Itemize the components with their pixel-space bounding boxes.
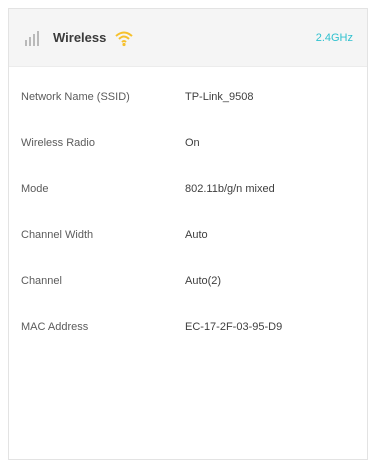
channel-width-value: Auto — [185, 229, 208, 241]
ssid-label: Network Name (SSID) — [21, 91, 130, 103]
wireless-radio-value: On — [185, 137, 200, 149]
wireless-signal-icon — [23, 28, 43, 48]
ssid-value: TP-Link_9508 — [185, 91, 254, 103]
mode-label: Mode — [21, 183, 49, 195]
channel-label: Channel — [21, 275, 62, 287]
detail-row-radio: Wireless Radio On — [21, 137, 367, 183]
band-label: 2.4GHz — [315, 31, 353, 44]
mac-address-value: EC-17-2F-03-95-D9 — [185, 321, 283, 333]
detail-row-ssid: Network Name (SSID) TP-Link_9508 — [21, 91, 367, 137]
header-left: Wireless — [23, 28, 134, 48]
wireless-radio-label: Wireless Radio — [21, 137, 95, 149]
wireless-details: Network Name (SSID) TP-Link_9508 Wireles… — [9, 67, 367, 367]
wireless-card: Wireless 2.4GHz Network Name (SSID) TP-L… — [8, 8, 368, 460]
wifi-icon — [114, 28, 134, 48]
detail-row-channel-width: Channel Width Auto — [21, 229, 367, 275]
mac-address-label: MAC Address — [21, 321, 89, 333]
detail-row-mode: Mode 802.11b/g/n mixed — [21, 183, 367, 229]
mode-value: 802.11b/g/n mixed — [185, 183, 275, 195]
channel-value: Auto(2) — [185, 275, 222, 287]
header-title: Wireless — [53, 30, 107, 45]
channel-width-label: Channel Width — [21, 229, 94, 241]
wireless-header: Wireless 2.4GHz — [9, 9, 367, 67]
detail-row-mac: MAC Address EC-17-2F-03-95-D9 — [21, 321, 367, 367]
detail-row-channel: Channel Auto(2) — [21, 275, 367, 321]
